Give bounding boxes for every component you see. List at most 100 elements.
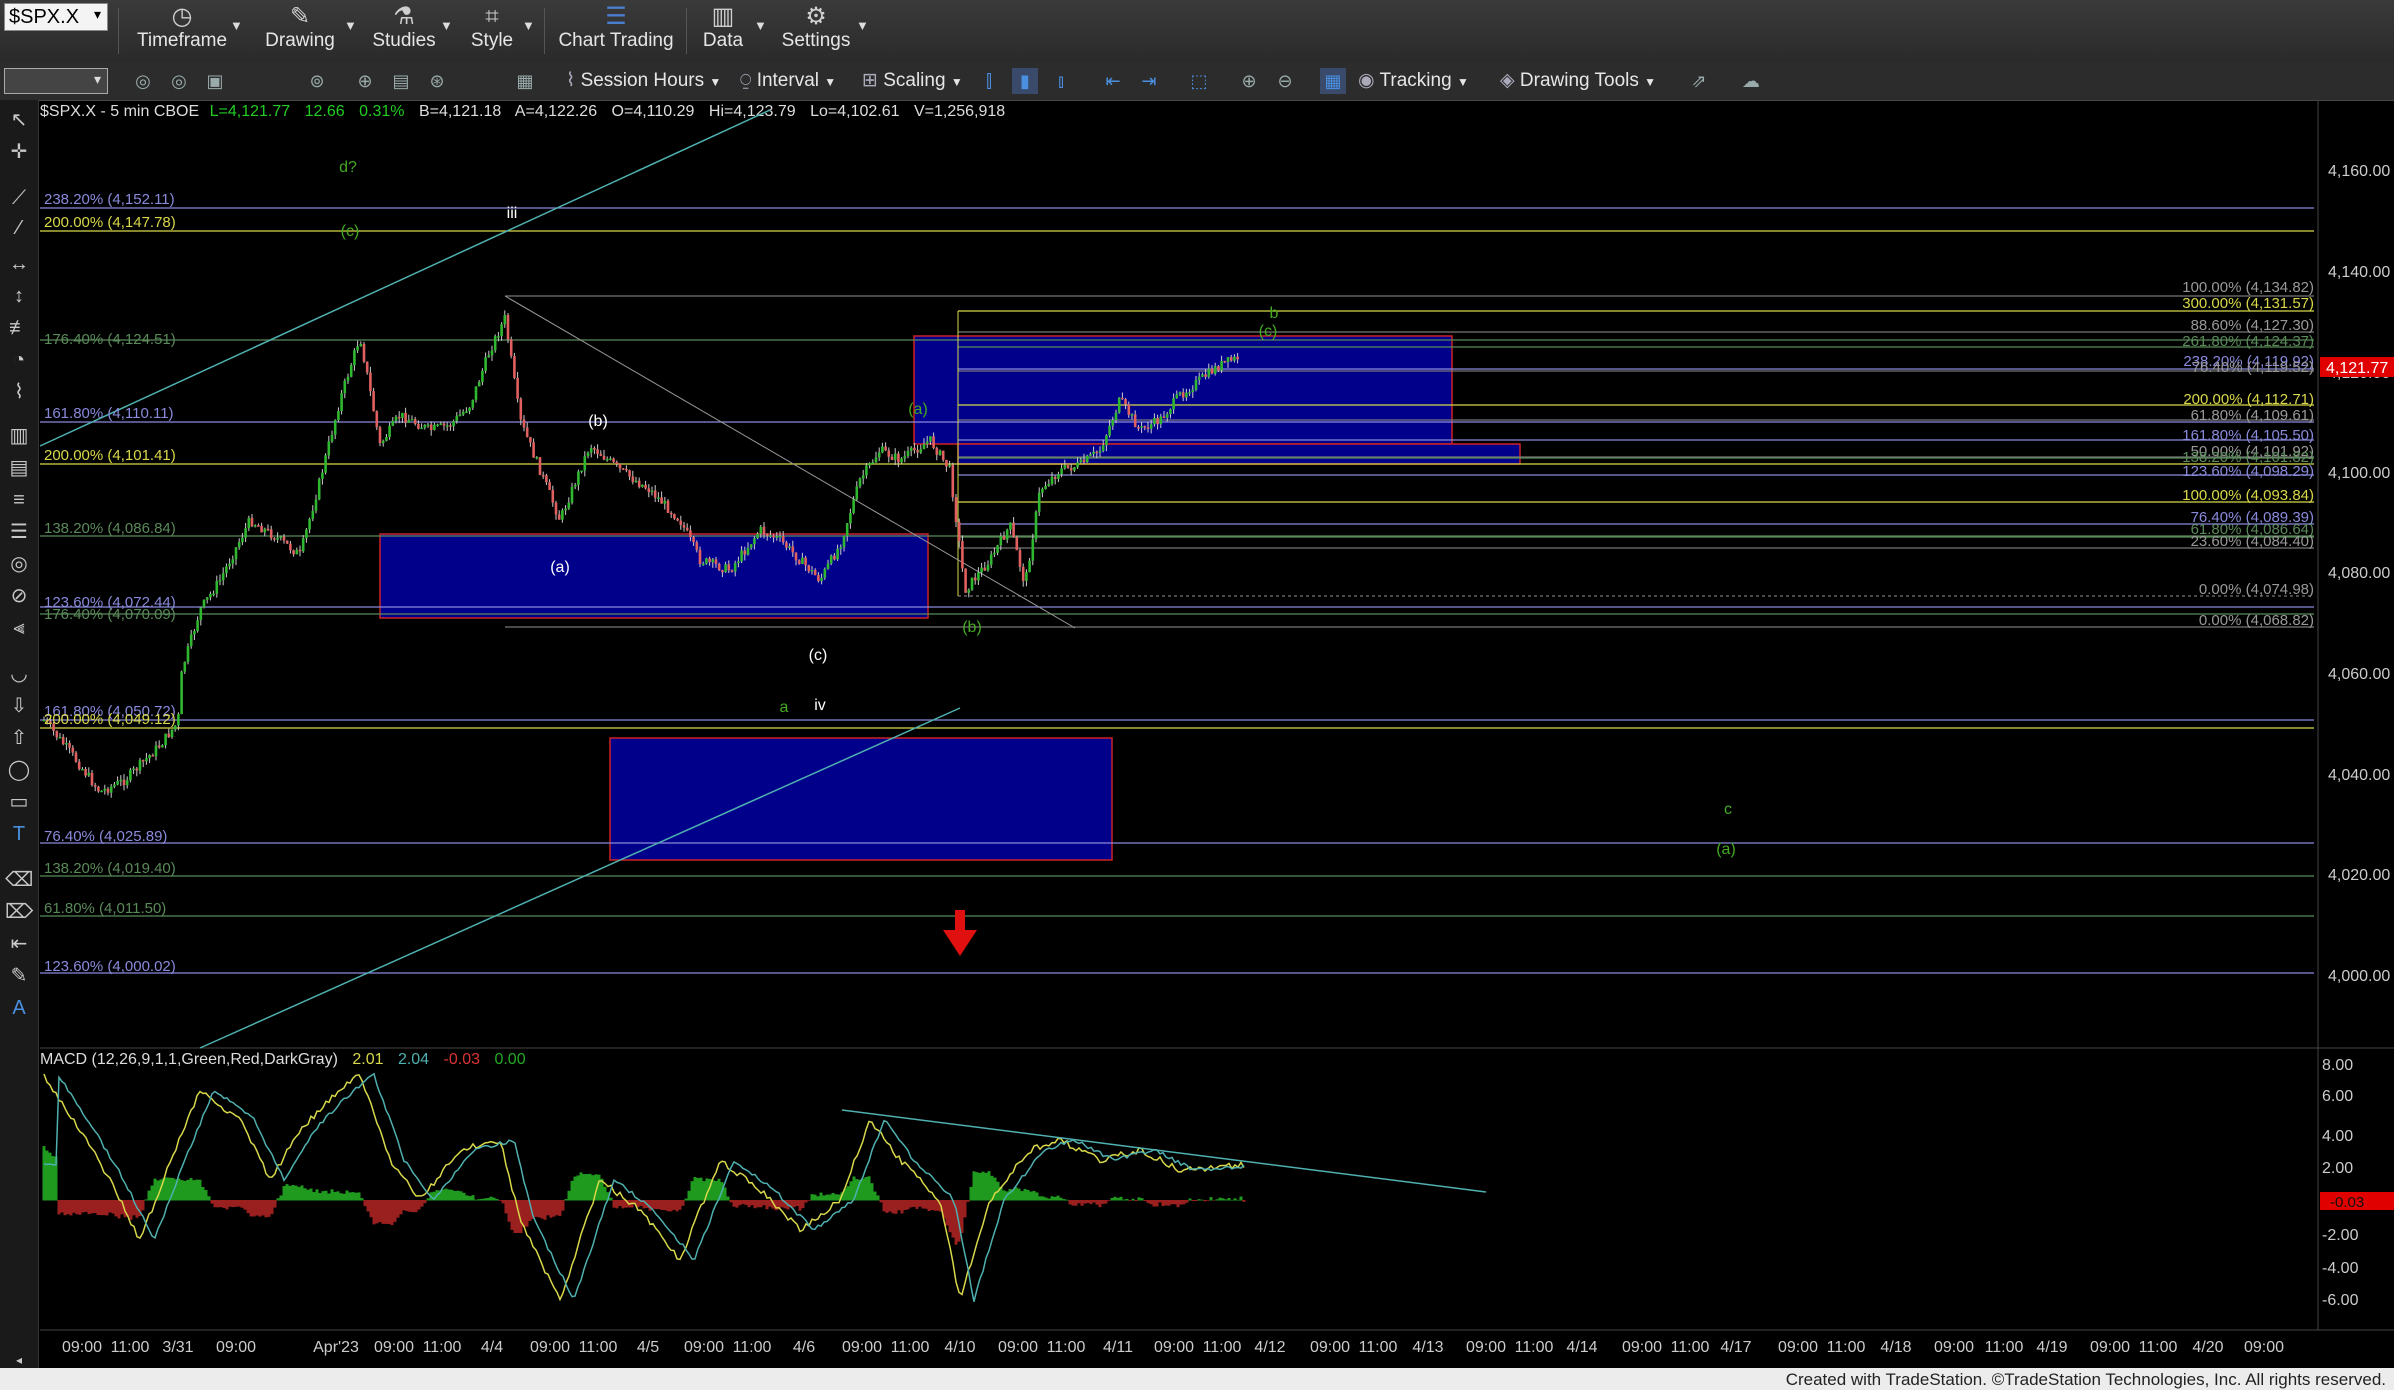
macd-bar [729,1200,733,1203]
macd-bar [363,1200,367,1207]
macd-bar [306,1189,310,1201]
macd-bar [354,1192,358,1201]
macd-bar [768,1200,772,1207]
candle-body [618,464,622,469]
price-axis[interactable]: 4,160.00 4,140.00 4,120.00 4,100.00 4,08… [2328,163,2390,985]
macd-bar [165,1177,169,1201]
macd-bar [888,1200,892,1212]
macd-bar [102,1200,106,1216]
macd-bar [1113,1196,1117,1201]
macd-bar [588,1173,592,1201]
candle-body [500,324,503,337]
macd-bar [312,1192,316,1201]
candle-body [1031,539,1035,561]
macd-bar [396,1200,400,1218]
macd-bar [831,1192,835,1201]
target-box[interactable] [379,533,929,619]
macd-bar [951,1200,955,1238]
target-box[interactable] [957,443,1521,465]
candle-body [685,527,689,531]
candle-body [1092,451,1095,455]
candle-body [698,549,702,565]
macd-bar [129,1200,133,1220]
macd-bar [966,1200,970,1202]
candle-body [1127,404,1131,415]
wave-label: (a) [550,559,570,576]
candle-body [858,478,862,487]
wave-label: (b) [588,413,608,430]
macd-bar [465,1195,469,1201]
candle-body [711,559,715,563]
fib-label: 61.80% (4,011.50) [44,900,166,917]
macd-bar [327,1193,331,1201]
macd-bar [1128,1200,1132,1201]
macd-bar [924,1200,928,1209]
macd-signal: 2.04 [398,1051,429,1068]
macd-bar [867,1176,871,1201]
time-tick: 09:00 [998,1339,1038,1356]
macd-bar [351,1192,355,1201]
macd-bar [141,1200,145,1211]
target-box[interactable] [609,737,1113,861]
macd-bar [387,1200,391,1225]
macd-bar [264,1200,268,1218]
candle-body [481,370,484,382]
macd-bar [573,1176,577,1201]
macd-bar [1029,1191,1033,1201]
candle-body [369,372,372,392]
macd-bar [1194,1200,1198,1202]
macd-bar [912,1200,916,1207]
candle-body [849,512,852,524]
macd-bar [792,1200,796,1208]
candle-body [1201,374,1204,377]
time-axis[interactable]: 09:00 11:00 3/31 09:00 Apr'23 09:00 11:00 4/4 09… [62,1339,2284,1356]
macd-bar [231,1200,235,1208]
candle-body [90,772,94,786]
candle-body [1089,454,1092,456]
macd-bar [477,1199,481,1201]
macd-bar [399,1200,403,1215]
macd-bar [1023,1188,1027,1201]
macd-bar [582,1174,586,1201]
fib-label: 88.60% (4,127.30) [2191,317,2314,334]
macd-bar [192,1180,196,1201]
candle-body [202,599,206,608]
candle-body [1159,416,1163,425]
symbol-line: $SPX.X - 5 min CBOE [40,103,199,120]
candle-body [1009,522,1012,530]
macd-bar [1008,1188,1012,1201]
macd-bar [195,1179,199,1201]
candle-body [154,745,158,757]
open-price: O=4,110.29 [612,103,695,120]
fib-label: 100.00% (4,134.82) [2182,279,2314,296]
candle-body [868,463,871,466]
candle-body [170,729,174,738]
macd-bar [1089,1200,1093,1205]
candle-body [253,525,257,527]
time-tick: 11:00 [2139,1339,2178,1356]
candle-body [772,535,775,538]
candle-body [391,420,395,426]
candle-body [829,555,833,564]
macd-bar [1236,1199,1240,1201]
candle-body [1028,560,1031,573]
macd-bar [99,1200,103,1216]
candle-body [1095,451,1099,454]
macd-bar [750,1200,754,1206]
macd-bar [255,1200,259,1216]
macd-bar [1146,1200,1150,1204]
macd-bar [921,1200,925,1209]
time-tick: 09:00 [1622,1339,1662,1356]
candle-body [135,768,139,771]
candle-body [596,449,599,454]
macd-bar [1185,1200,1189,1203]
candle-body [407,420,411,423]
macd-bar [309,1188,313,1201]
macd-value: 2.01 [352,1051,383,1068]
macd-bar [375,1200,379,1224]
macd-bar [504,1200,508,1214]
macd-bar [426,1198,430,1201]
candle-body [359,343,363,347]
time-tick: 11:00 [1985,1339,2024,1356]
macd-bar [147,1190,151,1201]
